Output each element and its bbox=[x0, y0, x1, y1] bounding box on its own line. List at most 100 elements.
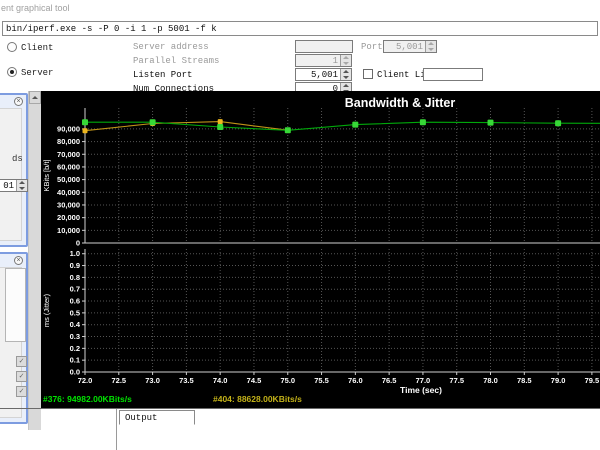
x-tick-label: 76.5 bbox=[382, 376, 397, 385]
bandwidth-jitter-chart: Bandwidth & Jitter 90,000 80,000 70,000 60,0… bbox=[41, 91, 600, 408]
series-marker bbox=[82, 128, 88, 134]
series-marker bbox=[284, 127, 291, 134]
spin-down-icon[interactable] bbox=[343, 75, 349, 79]
spin-down-icon[interactable] bbox=[19, 186, 25, 190]
chart-canvas: Bandwidth & Jitter 90,000 80,000 70,000 60,0… bbox=[42, 96, 600, 404]
parallel-streams-value: 1 bbox=[332, 56, 338, 66]
y-tick-label: 0.9 bbox=[70, 261, 80, 270]
spin-down-icon bbox=[343, 61, 349, 65]
jperf-window: ent graphical tool Client Server Server … bbox=[0, 0, 600, 450]
spin-up-icon bbox=[428, 42, 434, 46]
close-icon[interactable]: × bbox=[14, 97, 23, 106]
x-tick-label: 73.0 bbox=[145, 376, 160, 385]
close-icon[interactable]: × bbox=[14, 256, 23, 265]
left-panel-1-text: ds bbox=[12, 154, 23, 164]
series-marker bbox=[487, 119, 494, 126]
y-tick-label: 0.5 bbox=[70, 308, 80, 317]
spin-up-icon[interactable] bbox=[19, 181, 25, 185]
y-axis-label-0: KBits [b/t] bbox=[42, 159, 51, 191]
left-panel-scrollbar[interactable] bbox=[28, 91, 41, 430]
y-tick-label: 60,000 bbox=[57, 162, 80, 171]
parallel-streams-spinner: 1 bbox=[295, 54, 352, 67]
server-mode-label: Server bbox=[21, 68, 54, 78]
series-line-#376 bbox=[85, 121, 600, 131]
legend-item-1: #404: 88628.00KBits/s bbox=[213, 394, 302, 404]
x-tick-label: 76.0 bbox=[348, 376, 363, 385]
y-tick-label: 50,000 bbox=[57, 175, 80, 184]
left-panel-2-list bbox=[5, 268, 26, 342]
scroll-up-button[interactable] bbox=[29, 91, 41, 104]
spin-down-icon bbox=[428, 47, 434, 51]
port-value: 5,001 bbox=[395, 42, 423, 52]
client-limit-field[interactable] bbox=[423, 68, 483, 81]
window-title: ent graphical tool bbox=[1, 3, 70, 13]
server-address-field bbox=[295, 40, 353, 53]
series-marker bbox=[149, 119, 156, 126]
server-mode-radio[interactable] bbox=[7, 67, 17, 77]
y-tick-label: 0.1 bbox=[70, 356, 80, 365]
spin-up-icon[interactable] bbox=[343, 84, 349, 88]
left-panel-1: × bbox=[0, 93, 28, 247]
iperf-command-input[interactable] bbox=[2, 21, 598, 36]
y-tick-label: 0.8 bbox=[70, 273, 80, 282]
spinner-buttons bbox=[340, 55, 351, 66]
y-tick-label: 0.4 bbox=[70, 320, 81, 329]
y-tick-label: 90,000 bbox=[57, 124, 80, 133]
x-tick-label: 74.0 bbox=[213, 376, 228, 385]
client-mode-label: Client bbox=[21, 43, 54, 53]
y-tick-label: 0.6 bbox=[70, 297, 80, 306]
y-tick-label: 1.0 bbox=[70, 249, 80, 258]
checkbox-icon[interactable]: ✓ bbox=[16, 386, 27, 397]
series-marker bbox=[555, 120, 562, 127]
series-marker bbox=[217, 124, 224, 130]
x-tick-label: 79.0 bbox=[551, 376, 566, 385]
y-tick-label: 20,000 bbox=[57, 213, 80, 222]
y-tick-label: 10,000 bbox=[57, 226, 80, 235]
spinner-buttons[interactable] bbox=[340, 69, 351, 80]
series-marker bbox=[217, 119, 223, 125]
left-panel-1-spinner[interactable]: 01 bbox=[0, 179, 28, 192]
x-tick-label: 78.0 bbox=[483, 376, 498, 385]
left-panel-1-spinner-value: 01 bbox=[3, 181, 14, 191]
y-axis-label-1: ms (Jitter) bbox=[42, 293, 51, 327]
spinner-buttons bbox=[425, 41, 436, 52]
client-limit-checkbox[interactable] bbox=[363, 69, 373, 79]
x-tick-label: 72.0 bbox=[78, 376, 93, 385]
horizontal-divider bbox=[0, 408, 600, 409]
y-tick-label: 0.2 bbox=[70, 344, 80, 353]
x-tick-label: 77.0 bbox=[416, 376, 431, 385]
checkbox-icon[interactable]: ✓ bbox=[16, 371, 27, 382]
server-address-label: Server address bbox=[133, 42, 209, 52]
checkbox-icon[interactable]: ✓ bbox=[16, 356, 27, 367]
left-panel-1-body bbox=[0, 108, 22, 241]
parallel-streams-label: Parallel Streams bbox=[133, 56, 220, 66]
y-tick-label: 0 bbox=[76, 239, 80, 248]
y-tick-label: 30,000 bbox=[57, 200, 80, 209]
x-tick-label: 79.5 bbox=[585, 376, 600, 385]
spin-up-icon[interactable] bbox=[343, 70, 349, 74]
y-tick-label: 40,000 bbox=[57, 188, 80, 197]
spin-up-icon bbox=[343, 56, 349, 60]
chart-title: Bandwidth & Jitter bbox=[345, 96, 456, 110]
listen-port-value: 5,001 bbox=[310, 70, 338, 80]
x-tick-label: 73.5 bbox=[179, 376, 194, 385]
listen-port-spinner[interactable]: 5,001 bbox=[295, 68, 352, 81]
series-marker bbox=[82, 119, 88, 126]
y-tick-label: 70,000 bbox=[57, 150, 80, 159]
y-tick-label: 80,000 bbox=[57, 137, 80, 146]
x-tick-label: 72.5 bbox=[111, 376, 126, 385]
x-tick-label: 75.5 bbox=[314, 376, 329, 385]
x-tick-label: 74.5 bbox=[247, 376, 262, 385]
spinner-buttons[interactable] bbox=[16, 180, 27, 191]
x-tick-label: 78.5 bbox=[517, 376, 532, 385]
x-tick-label: 77.5 bbox=[449, 376, 464, 385]
listen-port-label: Listen Port bbox=[133, 70, 193, 80]
client-mode-radio[interactable] bbox=[7, 42, 17, 52]
port-label: Port bbox=[361, 42, 383, 52]
x-tick-label: 75.0 bbox=[280, 376, 295, 385]
vertical-divider[interactable] bbox=[116, 409, 117, 450]
legend-item-0: #376: 94982.00KBits/s bbox=[43, 394, 132, 404]
tab-output[interactable]: Output bbox=[119, 410, 195, 425]
x-axis-label: Time (sec) bbox=[400, 385, 442, 395]
series-marker bbox=[352, 121, 359, 128]
